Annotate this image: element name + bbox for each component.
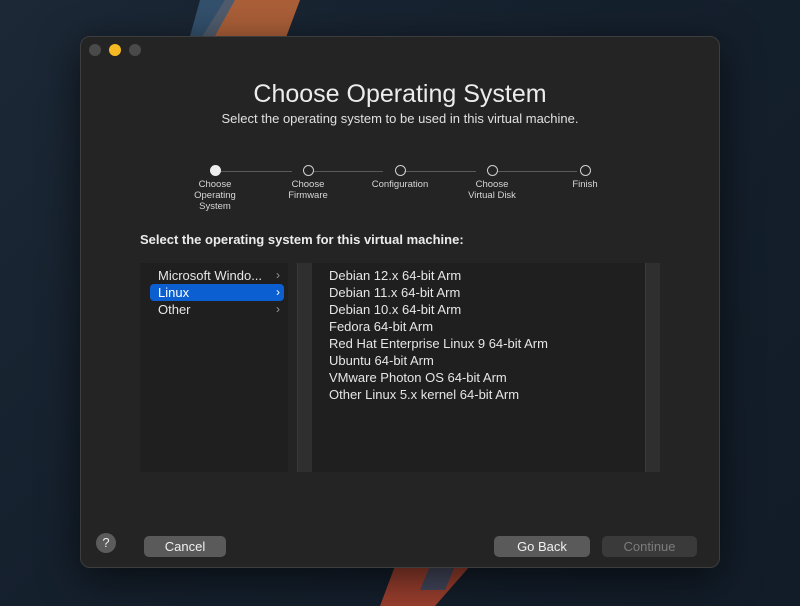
step-label: Choose Firmware [288, 179, 328, 201]
os-family-scrollbar[interactable] [297, 263, 312, 472]
distribution-item[interactable]: Red Hat Enterprise Linux 9 64-bit Arm [329, 335, 548, 352]
distribution-list: Debian 12.x 64-bit Arm Debian 11.x 64-bi… [312, 263, 645, 472]
distribution-scrollbar[interactable] [645, 263, 660, 472]
distribution-item[interactable]: Ubuntu 64-bit Arm [329, 352, 434, 369]
wizard-steps: Choose Operating System Choose Firmware … [81, 164, 719, 224]
step-indicator [486, 165, 498, 176]
distribution-item[interactable]: Debian 10.x 64-bit Arm [329, 301, 461, 318]
distribution-item[interactable]: Other Linux 5.x kernel 64-bit Arm [329, 386, 519, 403]
os-selection-prompt: Select the operating system for this vir… [140, 232, 464, 247]
os-family-item-other[interactable]: Other › [150, 301, 284, 318]
step-choose-virtual-disk: Choose Virtual Disk [452, 164, 532, 201]
continue-button[interactable]: Continue [602, 536, 697, 557]
help-button[interactable]: ? [96, 533, 116, 553]
step-indicator [394, 165, 406, 176]
os-family-label: Linux [158, 285, 190, 300]
os-family-item-linux[interactable]: Linux › [150, 284, 284, 301]
step-configuration: Configuration [360, 164, 440, 190]
step-label: Configuration [371, 179, 429, 190]
close-window-button[interactable] [89, 44, 101, 56]
step-indicator [302, 165, 314, 176]
os-family-item-windows[interactable]: Microsoft Windo... › [150, 267, 284, 284]
step-indicator-active [209, 165, 221, 176]
zoom-window-button[interactable] [129, 44, 141, 56]
step-label: Finish [572, 179, 598, 190]
os-family-label: Other [158, 302, 191, 317]
step-choose-firmware: Choose Firmware [268, 164, 348, 201]
minimize-window-button[interactable] [109, 44, 121, 56]
os-family-label: Microsoft Windo... [158, 268, 263, 283]
go-back-button[interactable]: Go Back [494, 536, 590, 557]
step-choose-os: Choose Operating System [175, 164, 255, 212]
os-family-list: Microsoft Windo... › Linux › Other › [140, 263, 288, 472]
window-controls [89, 44, 141, 56]
distribution-item[interactable]: Fedora 64-bit Arm [329, 318, 433, 335]
step-label: Choose Operating System [194, 179, 236, 212]
step-finish: Finish [545, 164, 625, 190]
chevron-right-icon: › [276, 268, 280, 282]
chevron-right-icon: › [276, 302, 280, 316]
distribution-item[interactable]: VMware Photon OS 64-bit Arm [329, 369, 507, 386]
step-indicator [579, 165, 591, 176]
chevron-right-icon: › [276, 285, 280, 299]
page-subtitle: Select the operating system to be used i… [221, 111, 579, 126]
cancel-button[interactable]: Cancel [144, 536, 226, 557]
vm-setup-window: Choose Operating System Select the opera… [80, 36, 720, 568]
distribution-item[interactable]: Debian 11.x 64-bit Arm [329, 284, 460, 301]
distribution-item[interactable]: Debian 12.x 64-bit Arm [329, 267, 461, 284]
step-label: Choose Virtual Disk [468, 179, 516, 201]
page-title: Choose Operating System [253, 80, 547, 108]
